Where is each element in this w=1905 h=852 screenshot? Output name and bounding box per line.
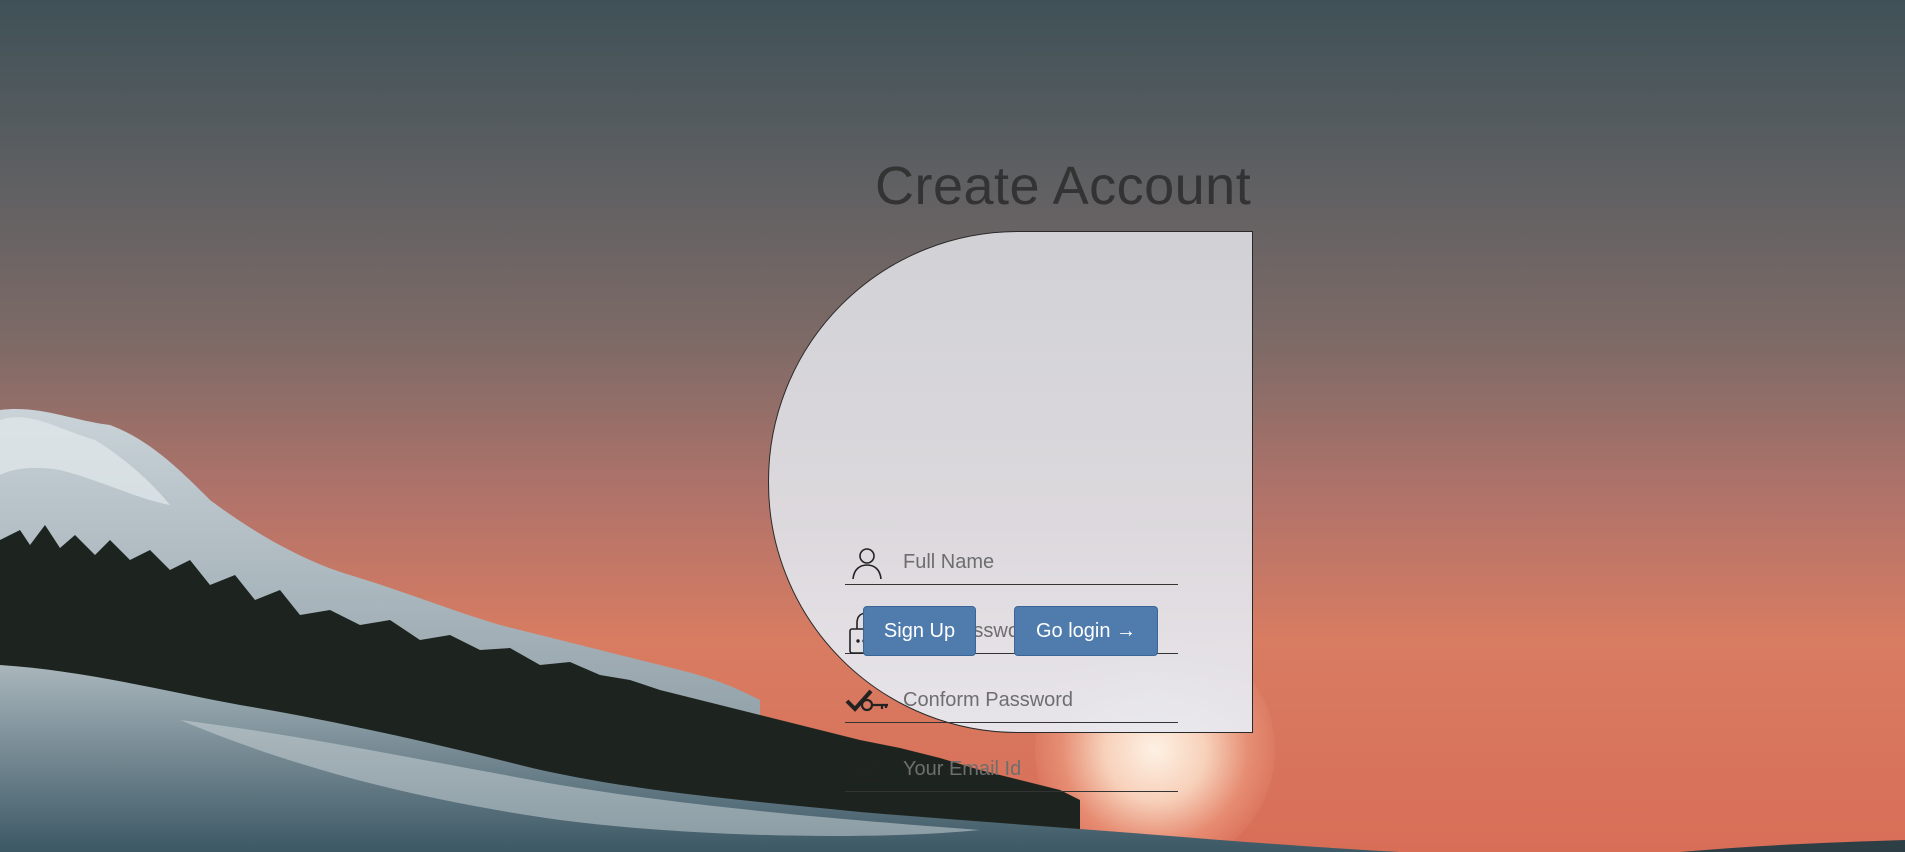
user-icon [845, 542, 889, 584]
confirm-password-input[interactable] [903, 684, 1173, 716]
sign-up-button[interactable]: Sign Up [863, 606, 976, 656]
full-name-field [845, 542, 1178, 585]
go-login-button[interactable]: Go login → [1014, 606, 1158, 656]
check-key-icon [845, 680, 889, 722]
full-name-input[interactable] [903, 546, 1173, 578]
envelope-icon [845, 749, 889, 791]
confirm-password-field [845, 680, 1178, 723]
email-input[interactable] [903, 753, 1173, 785]
page-title: Create Account [875, 156, 1252, 216]
email-field [845, 749, 1178, 792]
signup-card: Sign Up Go login → [768, 231, 1253, 792]
